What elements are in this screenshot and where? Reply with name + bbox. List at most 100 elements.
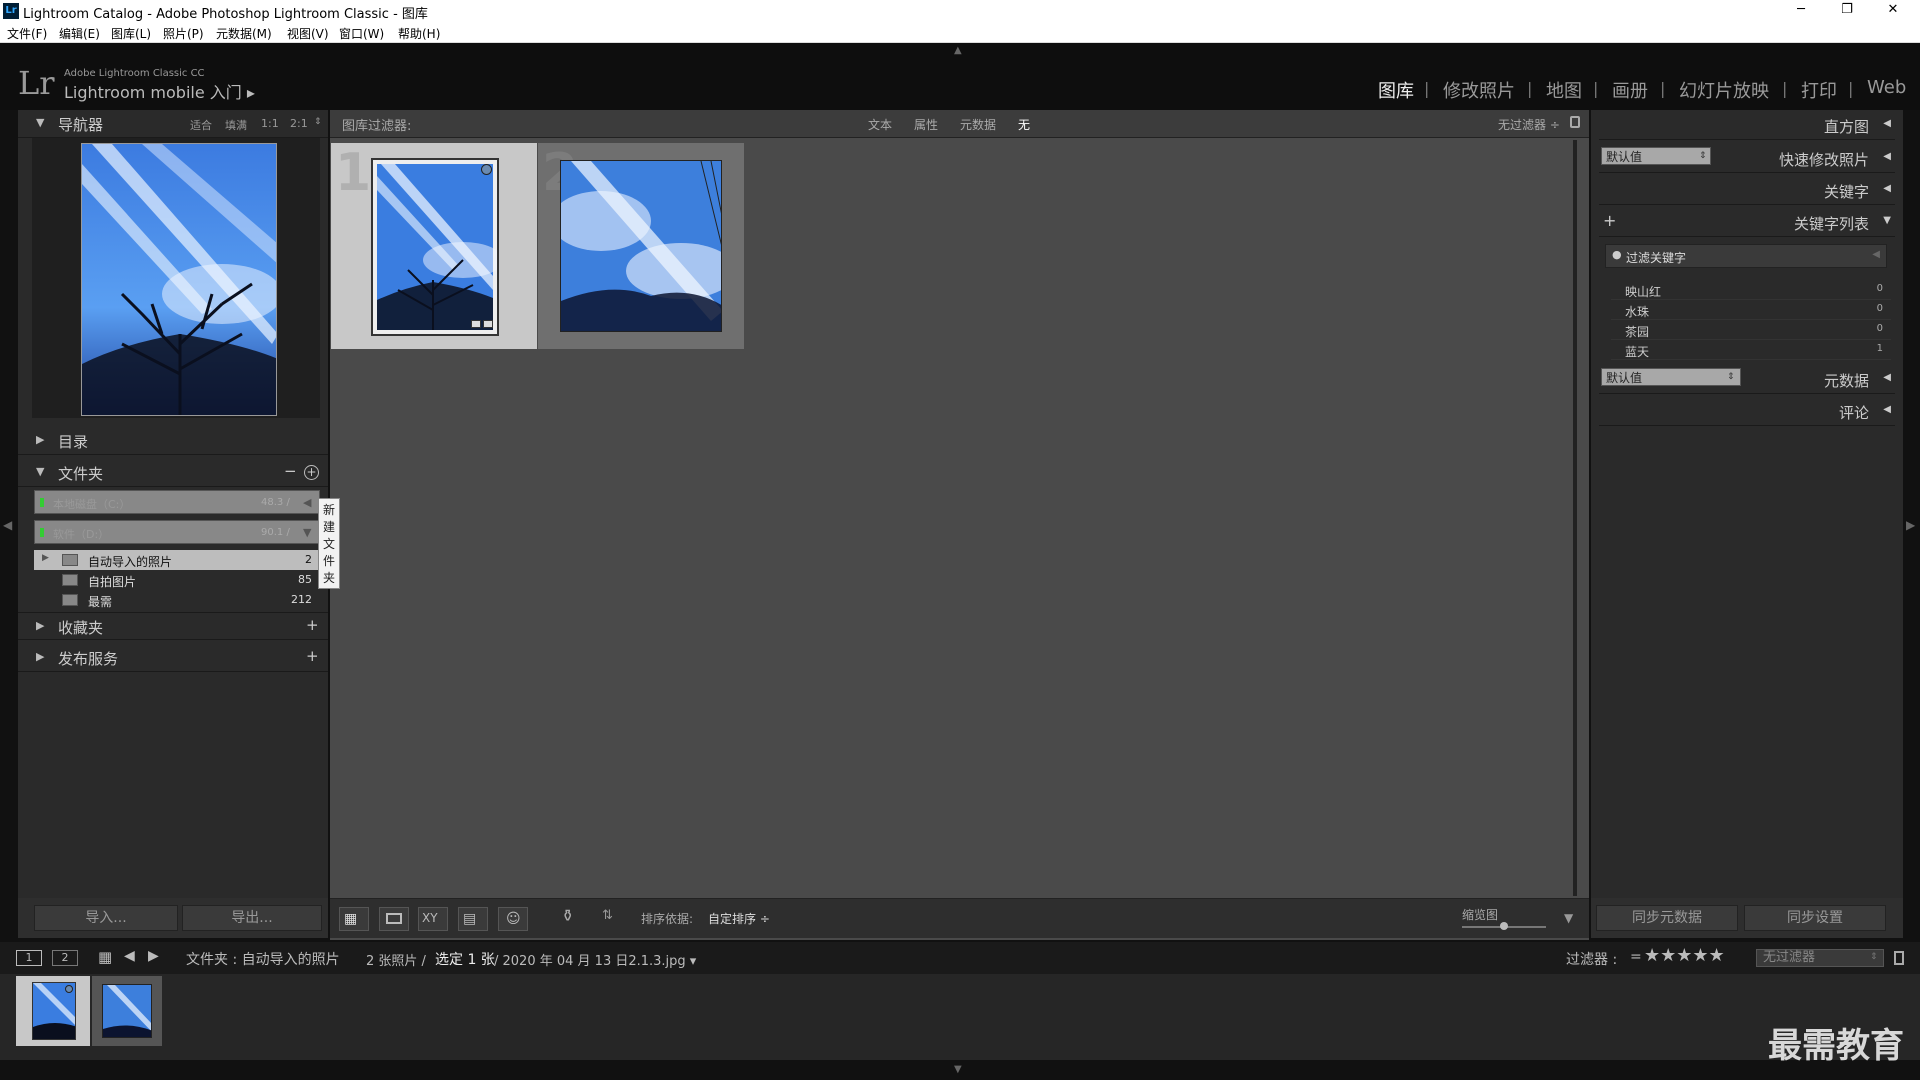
add-collection-button[interactable]: + [306,616,319,634]
forward-arrow-icon[interactable]: ▶ [148,948,159,964]
saved-preset-select[interactable]: 默认值 [1601,147,1711,165]
add-keyword-button[interactable]: + [1603,211,1616,230]
module-develop[interactable]: 修改照片 [1443,77,1515,103]
grid-icon[interactable]: ▦ [98,948,112,966]
filmstrip-source-path[interactable]: 文件夹 : 自动导入的照片 [186,949,340,969]
sort-direction-icon[interactable]: ⇅ [602,908,613,923]
survey-view-button[interactable]: ▤ [458,907,488,931]
grid-view-button[interactable]: ▦ [339,907,369,931]
sync-settings-button[interactable]: 同步设置 [1744,905,1886,931]
zoom-1-1[interactable]: 1:1 [261,117,279,130]
add-folder-button[interactable]: + [304,465,319,480]
filter-preset-select[interactable]: 无过滤器 [1756,949,1884,967]
module-library[interactable]: 图库 [1378,77,1414,103]
quick-develop-header[interactable]: 默认值 ⇕ 快速修改照片 ◀ [1599,143,1895,173]
filmstrip-thumbnail[interactable] [102,984,152,1038]
painter-icon[interactable]: ⚱ [561,906,574,925]
module-print[interactable]: 打印 [1801,77,1837,103]
minimize-button[interactable]: ─ [1778,0,1824,22]
top-panel-toggle-icon[interactable]: ▲ [954,45,962,56]
volume-expand-icon[interactable]: ▼ [303,526,311,539]
folder-expand-icon[interactable]: ▶ [42,553,49,563]
filter-text[interactable]: 文本 [868,116,892,133]
keyword-row[interactable]: 水珠 0 [1611,300,1891,320]
module-slideshow[interactable]: 幻灯片放映 [1679,77,1769,103]
filmstrip-cell[interactable] [16,976,90,1046]
menu-window[interactable]: 窗口(W) [339,25,384,42]
menu-edit[interactable]: 编辑(E) [59,25,100,42]
toolbar-menu-icon[interactable]: ▼ [1564,911,1573,925]
publish-header[interactable]: ▶ 发布服务 + [18,644,328,672]
filmstrip-cell[interactable] [92,976,162,1046]
navigator-header[interactable]: ▼ 导航器 适合 填满 1:1 2:1 ⇕ [18,110,328,138]
keyword-row[interactable]: 蓝天 1 [1611,340,1891,360]
grid-cell[interactable]: 1 [331,143,537,349]
people-view-button[interactable]: ☺ [498,907,528,931]
menu-photo[interactable]: 照片(P) [163,25,204,42]
sync-metadata-button[interactable]: 同步元数据 [1596,905,1738,931]
menu-view[interactable]: 视图(V) [287,25,329,42]
comments-header[interactable]: 评论 ◀ [1599,396,1895,426]
sort-dropdown[interactable]: 自定排序 ÷ [708,910,770,927]
keyword-row[interactable]: 映山红 0 [1611,280,1891,300]
slider-thumb[interactable] [1500,922,1508,930]
keyword-filter-field[interactable]: ● 过滤关键字 ◀ [1605,244,1887,268]
histogram-header[interactable]: 直方图 ◀ [1599,110,1895,140]
keyword-list-header[interactable]: + 关键字列表 ▼ [1599,207,1895,237]
collections-header[interactable]: ▶ 收藏夹 + [18,612,328,640]
import-button[interactable]: 导入... [34,905,178,931]
catalog-header[interactable]: ▶ 目录 [18,427,328,455]
filter-none[interactable]: 无 [1018,116,1030,133]
grid-cell[interactable]: 2 [538,143,744,349]
menu-help[interactable]: 帮助(H) [398,25,440,42]
zoom-menu-icon[interactable]: ⇕ [314,117,322,127]
volume-c[interactable]: 本地磁盘（C:） 48.3 / ◀ [34,490,320,514]
folder-item[interactable]: 最需 212 [34,590,320,610]
keyword-row[interactable]: 茶园 0 [1611,320,1891,340]
star-rating-filter[interactable]: ★★★★★ [1644,945,1725,966]
filmstrip-thumbnail[interactable] [32,982,76,1040]
folder-item[interactable]: ▶ 自动导入的照片 2 [34,550,320,570]
left-panel-toggle-icon[interactable]: ◀ [3,518,12,532]
zoom-fill[interactable]: 填满 [225,117,247,133]
add-publish-button[interactable]: + [306,647,319,665]
menu-file[interactable]: 文件(F) [7,25,47,42]
zoom-2-1[interactable]: 2:1 [290,117,308,130]
loupe-view-button[interactable] [379,907,409,931]
menu-metadata[interactable]: 元数据(M) [216,25,272,42]
window-1-button[interactable]: 1 [16,950,42,966]
filter-operator[interactable]: = [1630,949,1642,965]
grid-scrollbar[interactable] [1573,140,1577,896]
metadata-header[interactable]: 默认值 ⇕ 元数据 ◀ [1599,364,1895,394]
filter-metadata[interactable]: 元数据 [960,116,996,133]
lock-icon[interactable] [1570,116,1580,128]
mobile-link[interactable]: Lightroom mobile 入门 ▸ [64,79,255,103]
export-button[interactable]: 导出... [182,905,322,931]
thumbnail-image[interactable] [371,158,499,336]
restore-button[interactable]: ❐ [1824,0,1870,22]
close-button[interactable]: ✕ [1870,0,1916,22]
volume-collapse-icon[interactable]: ◀ [303,496,311,509]
right-panel-toggle-icon[interactable]: ▶ [1906,518,1915,532]
thumbnail-image[interactable] [560,160,722,332]
module-web[interactable]: Web [1867,77,1906,98]
selected-filename[interactable]: / 2020 年 04 月 13 日2.1.3.jpg ▾ [494,950,696,969]
module-map[interactable]: 地图 [1546,77,1582,103]
navigator-preview-image[interactable] [81,143,277,416]
folders-header[interactable]: ▼ 文件夹 − + [18,459,328,487]
folder-item[interactable]: 自拍图片 85 [34,570,320,590]
thumbnail-size-slider[interactable] [1462,922,1546,930]
filter-lock-icon[interactable] [1894,951,1904,965]
clear-filter-icon[interactable]: ◀ [1872,249,1880,260]
zoom-fit[interactable]: 适合 [190,117,212,133]
compare-view-button[interactable]: XY [418,907,448,931]
remove-folder-button[interactable]: − [284,462,297,480]
menu-library[interactable]: 图库(L) [111,25,151,42]
back-arrow-icon[interactable]: ◀ [124,948,135,964]
volume-d[interactable]: 软件（D:） 90.1 / ▼ [34,520,320,544]
module-book[interactable]: 画册 [1612,77,1648,103]
keywording-header[interactable]: 关键字 ◀ [1599,175,1895,205]
quick-collection-icon[interactable] [481,164,492,175]
filter-preset[interactable]: 无过滤器 ÷ [1498,116,1560,133]
window-2-button[interactable]: 2 [52,950,78,966]
